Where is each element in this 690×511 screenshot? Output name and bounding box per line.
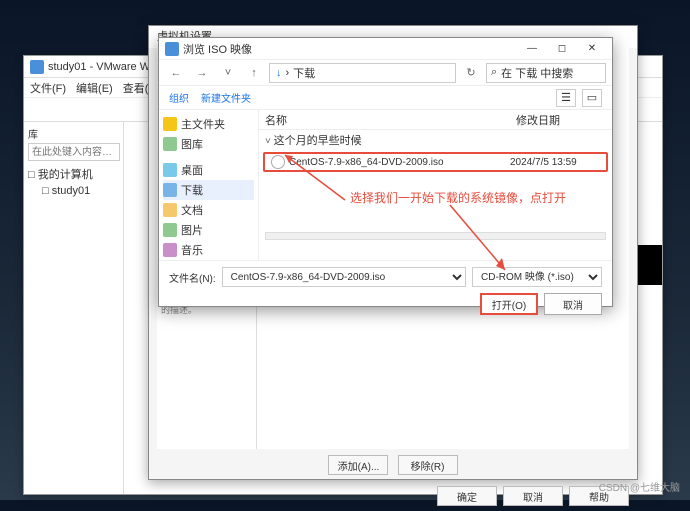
settings-ok-button[interactable]: 确定 xyxy=(437,486,497,506)
nav-main[interactable]: 主文件夹 xyxy=(163,114,254,134)
browse-toolbar: 组织 新建文件夹 ☰ ▭ xyxy=(159,86,612,110)
browse-footer: 文件名(N): CentOS-7.9-x86_64-DVD-2009.iso C… xyxy=(159,260,612,321)
list-group[interactable]: ˅ 这个月的早些时候 xyxy=(259,130,612,150)
home-icon xyxy=(163,117,177,131)
vmware-sidebar: 库 □ 我的计算机 □ study01 xyxy=(24,122,124,494)
tree-mypc[interactable]: □ 我的计算机 xyxy=(28,167,119,183)
pics-icon xyxy=(163,223,177,237)
open-button[interactable]: 打开(O) xyxy=(480,293,538,315)
browse-iso-dialog: 浏览 ISO 映像 — ◻ ✕ ← → ˅ ↑ ↓ › 下载 ↻ ⌕ 在 下载 … xyxy=(158,37,613,307)
nav-up-arrow-icon[interactable]: ↑ xyxy=(243,63,265,83)
sidebar-lib-label: 库 xyxy=(28,126,119,141)
view-list-icon[interactable]: ☰ xyxy=(556,89,576,107)
iso-icon xyxy=(271,155,285,169)
browse-navbar: ← → ˅ ↑ ↓ › 下载 ↻ ⌕ 在 下载 中搜索 xyxy=(159,60,612,86)
close-icon[interactable]: ✕ xyxy=(578,40,606,58)
docs-icon xyxy=(163,203,177,217)
filename-combo[interactable]: CentOS-7.9-x86_64-DVD-2009.iso xyxy=(222,267,466,287)
file-date: 2024/7/5 13:59 xyxy=(510,157,600,168)
sidebar-search-input[interactable] xyxy=(28,143,120,161)
nav-downloads[interactable]: 下载 xyxy=(163,180,254,200)
remove-button[interactable]: 移除(R) xyxy=(398,455,458,475)
refresh-icon[interactable]: ↻ xyxy=(460,63,482,83)
watermark: CSDN @七维大脑 xyxy=(599,479,680,494)
file-list: 名称 修改日期 ˅ 这个月的早些时候 CentOS-7.9-x86_64-DVD… xyxy=(259,110,612,260)
address-bar[interactable]: ↓ › 下载 xyxy=(269,63,456,83)
nav-music[interactable]: 音乐 xyxy=(163,240,254,260)
view-details-icon[interactable]: ▭ xyxy=(582,89,602,107)
search-box[interactable]: ⌕ 在 下载 中搜索 xyxy=(486,63,606,83)
folder-icon xyxy=(165,42,179,56)
gallery-icon xyxy=(163,137,177,151)
browse-title: 浏览 ISO 映像 xyxy=(183,41,252,57)
nav-pane: 主文件夹 图库 桌面 下载 文档 图片 音乐 视频 xyxy=(159,110,259,260)
file-name: CentOS-7.9-x86_64-DVD-2009.iso xyxy=(289,157,510,168)
file-row-selected[interactable]: CentOS-7.9-x86_64-DVD-2009.iso 2024/7/5 … xyxy=(263,152,608,172)
download-icon: ↓ xyxy=(276,67,282,79)
menu-file[interactable]: 文件(F) xyxy=(30,80,66,96)
browse-titlebar[interactable]: 浏览 ISO 映像 — ◻ ✕ xyxy=(159,38,612,60)
add-button[interactable]: 添加(A)... xyxy=(328,455,388,475)
newfolder-link[interactable]: 新建文件夹 xyxy=(201,90,251,105)
vmware-icon xyxy=(30,60,44,74)
nav-forward-icon[interactable]: → xyxy=(191,63,213,83)
nav-gallery[interactable]: 图库 xyxy=(163,134,254,154)
search-icon: ⌕ xyxy=(491,66,497,79)
nav-up-icon[interactable]: ˅ xyxy=(217,63,239,83)
organize-link[interactable]: 组织 xyxy=(169,90,189,105)
vm-tree: □ 我的计算机 □ study01 xyxy=(28,167,119,199)
download-folder-icon xyxy=(163,183,177,197)
nav-docs[interactable]: 文档 xyxy=(163,200,254,220)
filename-label: 文件名(N): xyxy=(169,270,216,285)
col-date[interactable]: 修改日期 xyxy=(516,112,606,128)
music-icon xyxy=(163,243,177,257)
nav-back-icon[interactable]: ← xyxy=(165,63,187,83)
nav-desktop[interactable]: 桌面 xyxy=(163,160,254,180)
search-placeholder: 在 下载 中搜索 xyxy=(501,65,573,81)
desktop-icon xyxy=(163,163,177,177)
nav-pics[interactable]: 图片 xyxy=(163,220,254,240)
settings-cancel-button[interactable]: 取消 xyxy=(503,486,563,506)
horizontal-scrollbar[interactable] xyxy=(265,232,606,240)
menu-edit[interactable]: 编辑(E) xyxy=(76,80,113,96)
minimize-icon[interactable]: — xyxy=(518,40,546,58)
tree-study01[interactable]: □ study01 xyxy=(28,183,119,199)
col-name[interactable]: 名称 xyxy=(265,112,516,128)
list-header: 名称 修改日期 xyxy=(259,110,612,130)
browse-cancel-button[interactable]: 取消 xyxy=(544,293,602,315)
path-text: 下载 xyxy=(293,65,315,81)
filter-combo[interactable]: CD-ROM 映像 (*.iso) xyxy=(472,267,602,287)
maximize-icon[interactable]: ◻ xyxy=(548,40,576,58)
